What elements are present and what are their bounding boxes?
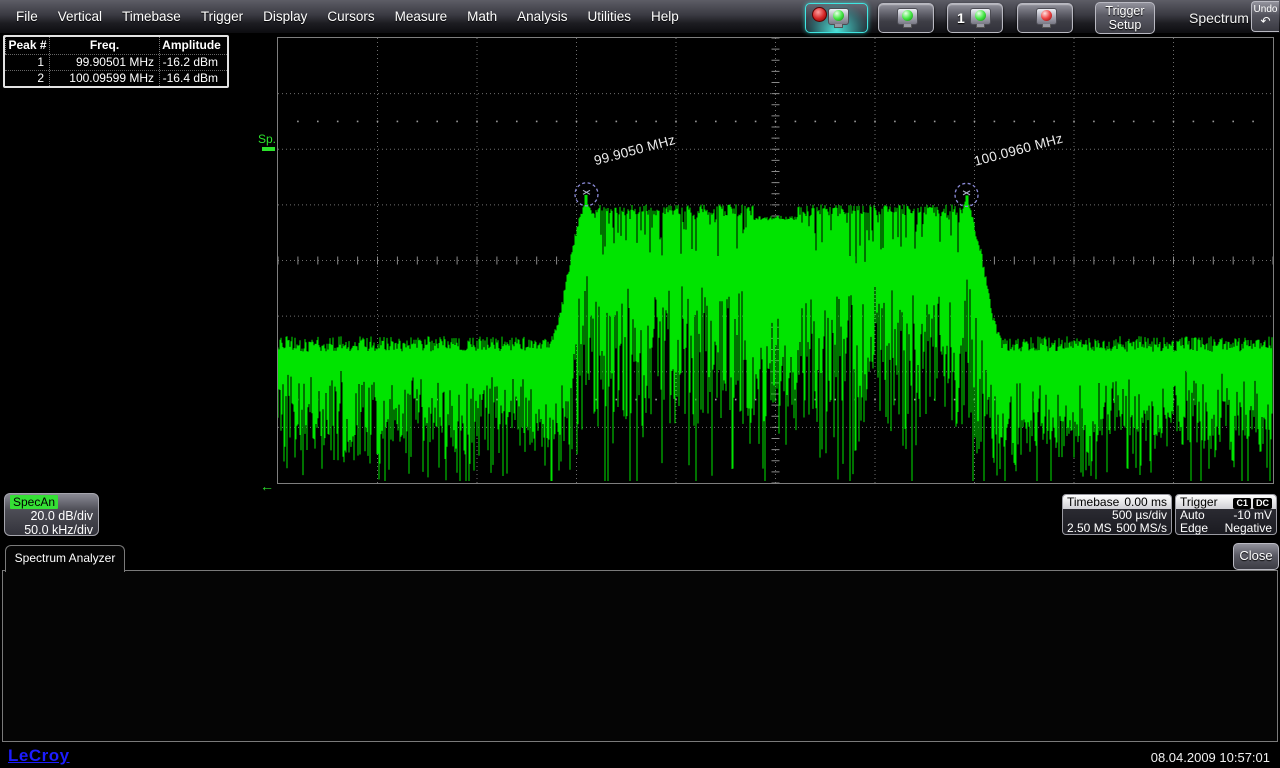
trigger-normal-button[interactable] bbox=[878, 3, 934, 33]
monitor-icon bbox=[828, 8, 849, 25]
menu-bar: FileVerticalTimebaseTriggerDisplayCursor… bbox=[0, 0, 1280, 34]
trigger-single-button[interactable]: 1 bbox=[947, 3, 1003, 33]
green-light-icon bbox=[833, 10, 844, 21]
specan-vertical-scale: 20.0 dB/div bbox=[10, 509, 93, 523]
peak-number: 2 bbox=[5, 71, 49, 86]
peak-marker-1[interactable]: 99.9050 MHz bbox=[575, 132, 677, 206]
alarm-clock-icon bbox=[812, 7, 827, 22]
peak-amplitude: -16.2 dBm bbox=[159, 55, 223, 70]
timebase-rate: 500 MS/s bbox=[1116, 522, 1167, 535]
undo-button[interactable]: Undo↶ bbox=[1251, 1, 1279, 32]
monitor-icon bbox=[897, 8, 918, 25]
trigger-title: Trigger bbox=[1180, 495, 1218, 509]
datetime-display: 08.04.2009 10:57:01 bbox=[1151, 750, 1270, 765]
peak-table-row: 2 100.09599 MHz -16.4 dBm bbox=[5, 70, 227, 86]
peak-frequency: 100.09599 MHz bbox=[49, 71, 159, 86]
green-light-icon bbox=[975, 10, 986, 21]
scope-mode-label: Spectrum bbox=[1189, 10, 1249, 26]
menu-item[interactable]: Vertical bbox=[48, 9, 112, 24]
spectrum-plot[interactable]: 99.9050 MHz 100.0960 MHz bbox=[277, 37, 1274, 484]
peak-number: 1 bbox=[5, 55, 49, 70]
menu-item[interactable]: Help bbox=[641, 9, 689, 24]
peak-frequency: 99.90501 MHz bbox=[49, 55, 159, 70]
specan-descriptor[interactable]: SpecAn 20.0 dB/div 50.0 kHz/div bbox=[4, 493, 99, 536]
spectrum-canvas: 99.9050 MHz 100.0960 MHz bbox=[278, 38, 1273, 483]
monitor-icon bbox=[970, 8, 991, 25]
menu-item[interactable]: Analysis bbox=[507, 9, 577, 24]
peak-table: Peak #Freq.Amplitude 1 99.90501 MHz -16.… bbox=[3, 35, 229, 88]
single-count-label: 1 bbox=[957, 10, 965, 26]
peak-table-header-cell: Peak # bbox=[5, 37, 49, 54]
trace-label[interactable]: Sp. bbox=[258, 132, 276, 146]
menu-item[interactable]: Measure bbox=[385, 9, 458, 24]
monitor-icon bbox=[1036, 8, 1057, 25]
lecroy-logo[interactable]: LeCroy bbox=[8, 746, 70, 766]
undo-icon: ↶ bbox=[1252, 16, 1279, 27]
peak-marker-label: 99.9050 MHz bbox=[592, 132, 677, 168]
menu-item[interactable]: Display bbox=[253, 9, 317, 24]
timebase-descriptor[interactable]: Timebase 0.00 ms 500 µs/div 2.50 MS500 M… bbox=[1062, 494, 1172, 535]
close-button[interactable]: Close bbox=[1233, 543, 1279, 570]
specan-horizontal-scale: 50.0 kHz/div bbox=[10, 523, 93, 537]
menu-item[interactable]: Math bbox=[457, 9, 507, 24]
menu-item[interactable]: File bbox=[6, 9, 48, 24]
peak-table-row: 1 99.90501 MHz -16.2 dBm bbox=[5, 54, 227, 70]
green-light-icon bbox=[902, 10, 913, 21]
timebase-samples: 2.50 MS bbox=[1067, 522, 1112, 535]
menu-items: FileVerticalTimebaseTriggerDisplayCursor… bbox=[6, 0, 689, 33]
spectrum-analyzer-panel: Enable ✔ Source Trace C1 Window VonHann … bbox=[2, 570, 1278, 742]
peak-table-body: 1 99.90501 MHz -16.2 dBm 2 100.09599 MHz… bbox=[5, 54, 227, 86]
specan-title: SpecAn bbox=[10, 495, 58, 509]
red-light-icon bbox=[1041, 10, 1052, 21]
timebase-title: Timebase bbox=[1067, 495, 1119, 509]
trigger-position-arrow-icon: ← bbox=[260, 479, 274, 493]
menu-item[interactable]: Utilities bbox=[577, 9, 641, 24]
menu-item[interactable]: Cursors bbox=[317, 9, 384, 24]
trigger-setup-button[interactable]: Trigger Setup bbox=[1095, 2, 1155, 34]
menu-item[interactable]: Trigger bbox=[191, 9, 253, 24]
peak-table-header-cell: Amplitude bbox=[159, 37, 223, 54]
trigger-type: Edge bbox=[1180, 522, 1208, 535]
peak-marker-2[interactable]: 100.0960 MHz bbox=[955, 131, 1065, 207]
oscilloscope-screen: FileVerticalTimebaseTriggerDisplayCursor… bbox=[0, 0, 1280, 768]
peak-table-header: Peak #Freq.Amplitude bbox=[5, 37, 227, 54]
tab-spectrum-analyzer[interactable]: Spectrum Analyzer bbox=[5, 545, 125, 572]
peak-amplitude: -16.4 dBm bbox=[159, 71, 223, 86]
peak-table-header-cell: Freq. bbox=[49, 37, 159, 54]
trigger-slope: Negative bbox=[1225, 522, 1272, 535]
trigger-stop-button[interactable] bbox=[1017, 3, 1073, 33]
timebase-offset: 0.00 ms bbox=[1124, 495, 1167, 509]
trigger-descriptor[interactable]: Trigger C1DC Auto-10 mV EdgeNegative bbox=[1175, 494, 1277, 535]
menu-item[interactable]: Timebase bbox=[112, 9, 191, 24]
trigger-auto-button[interactable] bbox=[805, 3, 868, 33]
trace-indicator-dash bbox=[262, 147, 275, 151]
